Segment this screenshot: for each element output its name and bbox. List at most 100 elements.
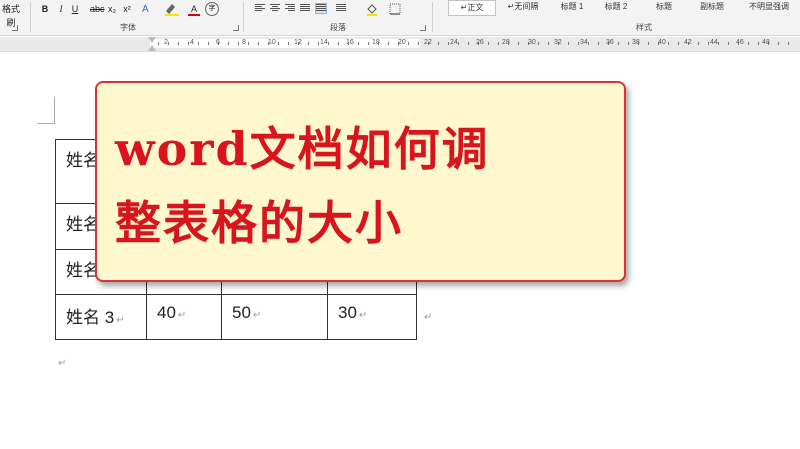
align-left-icon[interactable] (255, 4, 265, 13)
cell-end-mark: ↵ (358, 310, 368, 321)
style-title[interactable]: 标题 (646, 0, 682, 14)
ruler-tick (498, 42, 499, 45)
ruler-number: 2 (164, 39, 168, 46)
align-right-icon[interactable] (285, 4, 295, 13)
table-cell[interactable]: 30 ↵ (327, 294, 417, 340)
ruler-number: 32 (554, 39, 562, 46)
ruler-tick (408, 42, 409, 45)
text-effects-icon[interactable]: A (140, 2, 154, 16)
style-heading-1[interactable]: 标题 1 (552, 0, 592, 14)
ruler-tick (698, 42, 699, 45)
ruler-number: 10 (268, 39, 276, 46)
horizontal-ruler[interactable]: 2 4 6 8 10 12 14 16 18 20 22 24 26 28 30 32 34 36 38 40 42 44… (0, 37, 800, 52)
title-banner: word文档如何调 整表格的大小 (95, 81, 626, 282)
ruler-tick (548, 42, 549, 45)
cell-text: 30 (338, 303, 357, 322)
ruler-tick (538, 42, 539, 45)
ruler-number: 36 (606, 39, 614, 46)
ruler-tick (648, 42, 649, 45)
ruler-tick (488, 42, 489, 45)
ruler-tick (788, 42, 789, 45)
ruler-tick (198, 42, 199, 45)
underline-button[interactable]: U (70, 2, 80, 16)
clipboard-launcher-icon[interactable] (12, 25, 18, 31)
ruler-tick (288, 42, 289, 45)
ruler-tick (748, 42, 749, 45)
format-painter-button[interactable]: 格式刷 (0, 2, 22, 28)
cell-end-mark: ↵ (116, 315, 125, 326)
ruler-tick (448, 42, 449, 45)
ruler-number: 12 (294, 39, 302, 46)
style-normal[interactable]: ↵正文 (448, 0, 496, 16)
subscript-button[interactable]: x₂ (107, 2, 117, 16)
style-subtitle[interactable]: 副标题 (692, 0, 732, 14)
ruler-number: 20 (398, 39, 406, 46)
paragraph-group-label: 段落 (330, 23, 346, 32)
font-group-label: 字体 (120, 23, 136, 32)
ruler-tick (418, 42, 419, 45)
ruler-tick (278, 42, 279, 45)
ruler-tick (618, 42, 619, 45)
cell-text: 40 (157, 303, 176, 322)
ruler-number: 22 (424, 39, 432, 46)
ruler-number: 38 (632, 39, 640, 46)
ruler-tick (158, 42, 159, 45)
paragraph-mark: ↵ (58, 358, 67, 369)
ruler-tick (458, 42, 459, 45)
ruler-number: 48 (762, 39, 770, 46)
ruler-number: 14 (320, 39, 328, 46)
paragraph-launcher-icon[interactable] (420, 25, 426, 31)
highlighter-icon[interactable] (162, 2, 182, 16)
bold-button[interactable]: B (40, 2, 50, 16)
ruler-tick (778, 42, 779, 45)
banner-title-line-2: 整表格的大小 (115, 196, 403, 250)
style-heading-2[interactable]: 标题 2 (596, 0, 636, 14)
ruler-number: 6 (216, 39, 220, 46)
ruler-number: 34 (580, 39, 588, 46)
font-launcher-icon[interactable] (233, 25, 239, 31)
ruler-tick (438, 42, 439, 45)
ruler-tick (308, 42, 309, 45)
superscript-button[interactable]: x² (122, 2, 132, 16)
banner-title-line-1: word文档如何调 (115, 122, 490, 176)
styles-group-label: 样式 (636, 23, 652, 32)
ruler-tick (238, 42, 239, 45)
ruler-tick (678, 42, 679, 45)
italic-button[interactable]: I (56, 2, 66, 16)
ruler-number: 30 (528, 39, 536, 46)
font-color-swatch (188, 14, 200, 16)
ruler-tick (168, 42, 169, 45)
ruler-tick (368, 42, 369, 45)
table-cell[interactable]: 50 ↵ (221, 294, 328, 340)
ruler-number: 8 (242, 39, 246, 46)
shading-icon[interactable] (365, 2, 379, 16)
margin-corner-mark (38, 97, 55, 124)
line-spacing-icon[interactable] (336, 4, 346, 13)
ruler-number: 46 (736, 39, 744, 46)
ruler-number: 18 (372, 39, 380, 46)
group-divider (432, 2, 433, 32)
enclose-character-button[interactable]: 字 (205, 2, 219, 16)
ruler-tick (248, 42, 249, 45)
cell-text: 姓名 3 (66, 308, 115, 327)
justify-icon[interactable] (300, 4, 310, 13)
borders-icon[interactable] (388, 2, 402, 16)
ruler-number: 16 (346, 39, 354, 46)
style-no-spacing[interactable]: ↵无间隔 (500, 0, 546, 14)
distributed-align-icon[interactable] (315, 3, 327, 14)
table-cell[interactable]: 姓名 3 ↵ (55, 294, 147, 340)
ruler-tick (338, 42, 339, 45)
style-subtle-emphasis[interactable]: 不明显强调 (740, 0, 798, 14)
ruler-number: 42 (684, 39, 692, 46)
align-center-icon[interactable] (270, 4, 280, 13)
svg-text:A: A (142, 4, 149, 14)
ruler-tick (318, 42, 319, 45)
ruler-number: 24 (450, 39, 458, 46)
ruler-tick (358, 42, 359, 45)
strikethrough-button[interactable]: abc (90, 2, 105, 16)
font-color-label: A (190, 4, 197, 14)
ruler-tick (468, 42, 469, 45)
ruler-tick (628, 42, 629, 45)
table-cell[interactable]: 40 ↵ (146, 294, 222, 340)
ruler-number: 28 (502, 39, 510, 46)
